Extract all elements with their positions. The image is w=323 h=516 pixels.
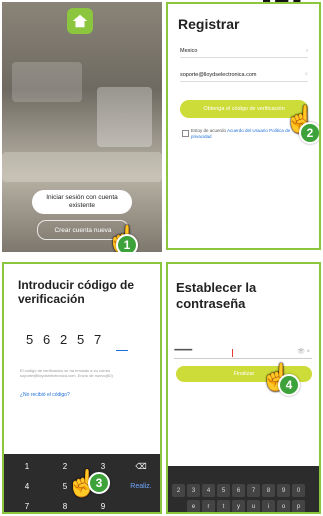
email-value: soporte@lloydselectronica.com — [180, 72, 257, 78]
eye-icon[interactable]: 👁 × — [297, 348, 310, 355]
password-field[interactable]: •••••••••••••••• 👁 × — [174, 348, 312, 359]
key[interactable]: 1 — [8, 458, 46, 474]
app-logo — [67, 8, 93, 34]
key[interactable]: r — [202, 500, 215, 512]
background-photo-appliance — [97, 87, 152, 147]
key[interactable]: o — [277, 500, 290, 512]
password-mask: •••••••••••••••• — [174, 348, 193, 354]
page-title: Establecer la contraseña — [176, 280, 257, 311]
code-digit: 7 — [94, 332, 102, 347]
key[interactable]: t — [217, 500, 230, 512]
key[interactable]: i — [262, 500, 275, 512]
step-badge: 2 — [299, 122, 319, 144]
key[interactable]: 8 — [262, 484, 275, 497]
key[interactable]: 7 — [8, 498, 46, 512]
key[interactable]: 6 — [232, 484, 245, 497]
sent-note: El código de verificación se ha enviado … — [20, 368, 113, 378]
clear-icon[interactable]: × — [304, 72, 308, 78]
code-digit: 5 — [26, 332, 34, 347]
step-badge: 1 — [116, 234, 138, 252]
key[interactable]: 5 — [217, 484, 230, 497]
code-digit: 5 — [77, 332, 85, 347]
key[interactable]: e — [187, 500, 200, 512]
key[interactable]: 4 — [202, 484, 215, 497]
key[interactable]: 9 — [277, 484, 290, 497]
key[interactable]: 0 — [292, 484, 305, 497]
key[interactable]: 8 — [46, 498, 84, 512]
country-value: Mexico — [180, 48, 198, 54]
background-photo-cabinet — [12, 62, 82, 102]
verification-screen: Introducir código de verificación 5 6 2 … — [2, 262, 162, 514]
key[interactable]: 7 — [247, 484, 260, 497]
login-screen: Iniciar sesión con cuenta existente Crea… — [2, 2, 162, 252]
key[interactable]: y — [232, 500, 245, 512]
agree-prefix: Estoy de acuerdo — [191, 128, 227, 133]
set-password-screen: Establecer la contraseña •••••••••••••••… — [166, 262, 321, 514]
country-select[interactable]: Mexico › — [180, 48, 308, 58]
home-icon — [72, 14, 88, 28]
code-cursor — [116, 350, 128, 351]
login-existing-account-button[interactable]: Iniciar sesión con cuenta existente — [32, 190, 132, 214]
user-agreement-link[interactable]: Acuerdo del Usuario — [227, 128, 268, 133]
done-key[interactable]: Realiz. — [122, 478, 160, 494]
code-digit: 6 — [43, 332, 51, 347]
key[interactable]: 4 — [8, 478, 46, 494]
key[interactable]: 9 — [84, 498, 122, 512]
qwerty-keyboard: 2 3 4 5 6 7 8 9 0 e r t y u i o p — [168, 466, 319, 512]
resend-code-link[interactable]: ¿No recibió el código? — [20, 392, 70, 398]
register-screen: Registrar Mexico › soporte@lloydselectro… — [166, 2, 321, 250]
page-title: Introducir código de verificación — [18, 278, 134, 306]
key[interactable]: u — [247, 500, 260, 512]
text-cursor — [232, 349, 233, 357]
key[interactable]: 3 — [187, 484, 200, 497]
backspace-key[interactable]: ⌫ — [122, 458, 160, 474]
step-badge: 3 — [88, 472, 110, 494]
background-photo-counter — [2, 152, 162, 182]
page-title: Registrar — [178, 16, 240, 32]
key[interactable]: 2 — [172, 484, 185, 497]
key[interactable]: p — [292, 500, 305, 512]
email-field[interactable]: soporte@lloydselectronica.com × — [180, 72, 308, 82]
step-badge: 4 — [278, 374, 300, 396]
code-digit: 2 — [60, 332, 68, 347]
agree-checkbox[interactable] — [182, 130, 189, 137]
chevron-right-icon: › — [306, 48, 308, 54]
